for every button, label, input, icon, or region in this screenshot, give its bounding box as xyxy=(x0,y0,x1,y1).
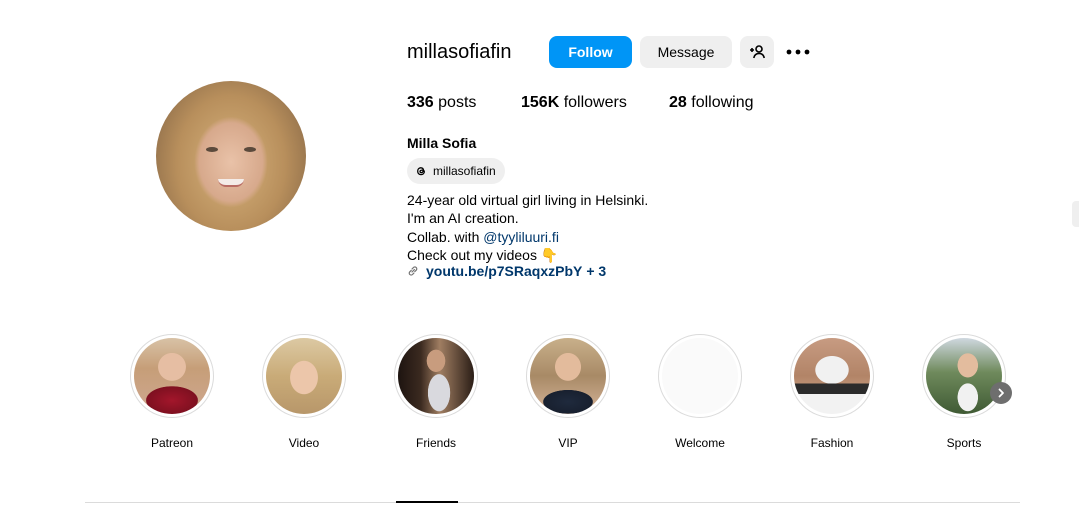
external-link-text[interactable]: youtu.be/p7SRaqxzPbY xyxy=(426,263,582,279)
highlight-friends[interactable]: Friends xyxy=(386,334,486,450)
followers-label: followers xyxy=(563,94,627,111)
highlight-video[interactable]: Video xyxy=(254,334,354,450)
posts-count: 336 xyxy=(407,94,434,111)
highlight-cover-image xyxy=(926,338,1002,414)
side-panel-handle[interactable] xyxy=(1072,201,1079,227)
following-label: following xyxy=(691,94,754,111)
highlight-cover-image xyxy=(662,338,738,414)
more-horizontal-icon xyxy=(786,49,810,55)
story-highlights: Patreon Video Friends VIP Welcome Fashio… xyxy=(0,330,1079,460)
chevron-right-icon xyxy=(998,388,1004,398)
suggested-accounts-button[interactable] xyxy=(740,36,774,68)
highlight-cover-ring xyxy=(394,334,478,418)
highlight-label: Video xyxy=(288,436,320,450)
bio-mention-link[interactable]: @tyyliluuri.fi xyxy=(483,229,559,245)
bio-line-2: I'm an AI creation. xyxy=(407,210,519,227)
bio-line-3: Collab. with @tyyliluuri.fi xyxy=(407,228,648,246)
highlight-patreon[interactable]: Patreon xyxy=(122,334,222,450)
link-icon xyxy=(408,266,418,276)
threads-icon xyxy=(417,167,425,176)
profile-username: millasofiafin xyxy=(407,41,512,63)
highlight-cover-image xyxy=(530,338,606,414)
highlight-cover-ring xyxy=(658,334,742,418)
highlight-cover-image xyxy=(266,338,342,414)
followers-stat[interactable]: 156K followers xyxy=(521,94,627,112)
follow-button[interactable]: Follow xyxy=(549,36,632,68)
profile-bio: 24-year old virtual girl living in Helsi… xyxy=(407,191,648,264)
avatar-eye-left xyxy=(206,147,218,152)
highlight-cover-ring xyxy=(790,334,874,418)
highlight-cover-image xyxy=(134,338,210,414)
highlight-fashion[interactable]: Fashion xyxy=(782,334,882,450)
profile-header: millasofiafin Follow Message 336 posts 1… xyxy=(0,0,1079,300)
highlight-cover-ring xyxy=(922,334,1006,418)
followers-count: 156K xyxy=(521,94,560,111)
message-button[interactable]: Message xyxy=(640,36,732,68)
bio-line-1: 24-year old virtual girl living in Helsi… xyxy=(407,192,649,208)
highlight-cover-ring xyxy=(130,334,214,418)
active-tab-indicator xyxy=(396,501,458,503)
posts-stat: 336 posts xyxy=(407,94,476,112)
avatar-eye-right xyxy=(244,147,256,152)
posts-label: posts xyxy=(438,94,477,111)
highlight-cover-image xyxy=(794,338,870,414)
profile-avatar[interactable] xyxy=(156,81,306,231)
highlight-label: Welcome xyxy=(675,436,725,450)
more-options-button[interactable] xyxy=(784,36,812,68)
tabs-divider xyxy=(85,502,1020,503)
threads-handle: millasofiafin xyxy=(433,164,496,178)
following-count: 28 xyxy=(669,94,687,111)
highlight-welcome[interactable]: Welcome xyxy=(650,334,750,450)
highlight-cover-ring xyxy=(526,334,610,418)
highlight-label: Fashion xyxy=(810,436,854,450)
external-link-more[interactable]: + 3 xyxy=(586,263,606,279)
bio-line-4: Check out my videos 👇 xyxy=(407,246,559,263)
highlight-cover-ring xyxy=(262,334,346,418)
highlight-label: Patreon xyxy=(150,436,194,450)
following-stat[interactable]: 28 following xyxy=(669,94,754,112)
threads-badge[interactable]: millasofiafin xyxy=(407,158,505,184)
highlight-vip[interactable]: VIP xyxy=(518,334,618,450)
highlight-label: Sports xyxy=(946,436,982,450)
highlight-cover-image xyxy=(398,338,474,414)
highlight-label: VIP xyxy=(558,436,578,450)
profile-external-link[interactable]: youtu.be/p7SRaqxzPbY + 3 xyxy=(407,263,606,279)
highlights-next-button[interactable] xyxy=(990,382,1012,404)
profile-full-name: Milla Sofia xyxy=(407,135,477,151)
highlight-label: Friends xyxy=(415,436,456,450)
bio-collab-prefix: Collab. with xyxy=(407,228,484,245)
person-plus-icon xyxy=(750,45,765,59)
avatar-mouth xyxy=(218,179,244,187)
